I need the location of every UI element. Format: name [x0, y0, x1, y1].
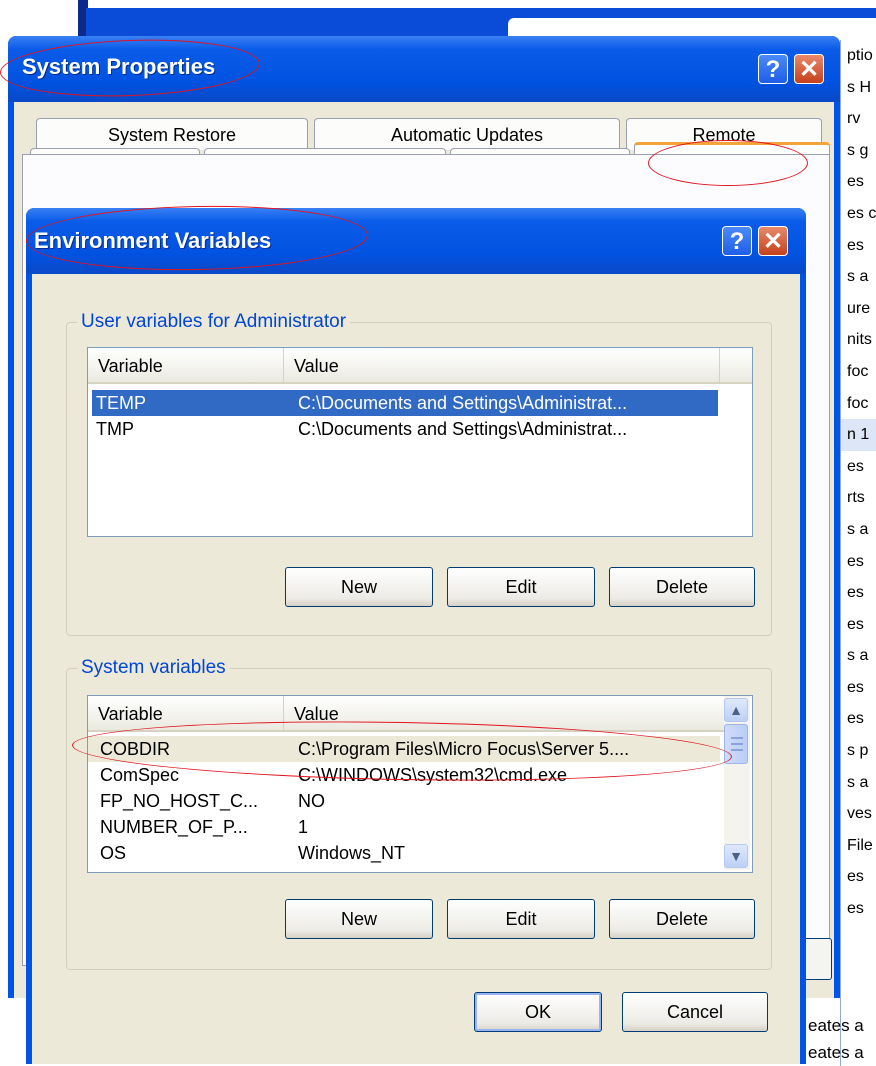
scroll-thumb[interactable] — [724, 724, 748, 764]
background-list-item: es — [847, 868, 864, 886]
variable-name: COBDIR — [100, 739, 171, 759]
background-list-item: es — [847, 710, 864, 728]
background-list-item: es — [847, 900, 864, 918]
user-variables-list[interactable]: Variable Value TEMP C:\Documents and Set… — [87, 347, 753, 537]
background-list-item: es — [847, 584, 864, 602]
background-list-item: foc — [847, 362, 869, 380]
tab-automatic-updates[interactable]: Automatic Updates — [314, 118, 620, 150]
user-delete-button[interactable]: Delete — [609, 567, 755, 607]
close-button[interactable]: ✕ — [758, 226, 788, 256]
cancel-button[interactable]: Cancel — [622, 992, 768, 1032]
background-list-item: foc — [847, 394, 869, 412]
variable-name: NUMBER_OF_P... — [100, 817, 248, 837]
tab-system-restore[interactable]: System Restore — [36, 118, 308, 150]
background-list-item: es — [847, 236, 864, 254]
variable-value: NO — [298, 791, 325, 811]
background-list-item: nits — [847, 331, 872, 349]
environment-variables-title: Environment Variables — [34, 228, 272, 253]
table-row[interactable]: TMP C:\Documents and Settings\Administra… — [92, 416, 718, 442]
table-row[interactable]: NUMBER_OF_P... 1 — [88, 814, 720, 840]
column-header-value[interactable]: Value — [284, 348, 720, 382]
background-list-item: es — [847, 173, 864, 191]
variable-value: 1 — [298, 817, 309, 837]
background-list-item: eates a — [808, 1043, 864, 1062]
close-icon: ✕ — [798, 56, 820, 83]
system-variables-group: System variables Variable Value COBDIR C… — [66, 655, 772, 970]
system-properties-titlebar[interactable]: System Properties ? ✕ — [8, 36, 840, 102]
variable-name: TMP — [96, 419, 134, 439]
background-list-item: s a — [847, 268, 869, 286]
user-variables-group: User variables for Administrator Variabl… — [66, 309, 772, 636]
background-list-item: s a — [847, 647, 869, 665]
system-new-button[interactable]: New — [285, 899, 433, 939]
variable-value: C:\Documents and Settings\Administrat... — [298, 419, 628, 439]
background-list-item: s a — [847, 773, 869, 791]
table-row[interactable]: TEMP C:\Documents and Settings\Administr… — [92, 390, 718, 416]
help-button[interactable]: ? — [722, 226, 752, 256]
table-row[interactable]: FP_NO_HOST_C... NO — [88, 788, 720, 814]
background-list-item: rv — [847, 110, 861, 128]
close-button[interactable]: ✕ — [794, 54, 824, 84]
background-services-list: ptio s H rv s g es es c es s a ure nits foc foc n 1 e… — [840, 40, 876, 1066]
variable-name: FP_NO_HOST_C... — [100, 791, 259, 811]
user-edit-button[interactable]: Edit — [447, 567, 595, 607]
system-variables-label: System variables — [77, 655, 230, 681]
variable-value: C:\Program Files\Micro Focus\Server 5...… — [298, 739, 630, 759]
background-list-item: n 1 — [841, 419, 876, 451]
column-header-value[interactable]: Value — [284, 696, 724, 730]
environment-variables-dialog: Environment Variables ? ✕ User variables… — [26, 208, 806, 1064]
help-icon: ? — [765, 56, 781, 83]
background-list-item: es — [847, 615, 864, 633]
background-bottom-text: eates a eates a — [808, 1012, 876, 1066]
variable-name: TEMP — [96, 393, 147, 413]
chevron-down-icon: ▼ — [729, 848, 743, 864]
user-variables-label: User variables for Administrator — [77, 309, 351, 335]
background-list-item: s a — [847, 520, 869, 538]
background-list-item: eates a — [808, 1016, 864, 1035]
list-header: Variable Value — [88, 348, 752, 384]
background-list-item: es — [847, 457, 864, 475]
background-list-item: ves — [847, 805, 872, 823]
variable-name: OS — [100, 843, 127, 863]
column-header-variable[interactable]: Variable — [88, 348, 284, 382]
background-list-item: ure — [847, 299, 871, 317]
table-row[interactable]: ComSpec C:\WINDOWS\system32\cmd.exe — [88, 762, 720, 788]
variable-value: C:\Documents and Settings\Administrat... — [298, 393, 628, 413]
grip-icon — [731, 737, 743, 739]
system-edit-button[interactable]: Edit — [447, 899, 595, 939]
grip-icon — [731, 743, 743, 745]
system-properties-title: System Properties — [22, 54, 216, 79]
column-header-variable[interactable]: Variable — [88, 696, 284, 730]
table-row[interactable]: COBDIR C:\Program Files\Micro Focus\Serv… — [88, 736, 720, 762]
grip-icon — [731, 749, 743, 751]
system-variables-list[interactable]: Variable Value COBDIR C:\Program Files\M… — [87, 695, 753, 873]
environment-variables-titlebar[interactable]: Environment Variables ? ✕ — [26, 208, 806, 274]
background-list-item: es c — [847, 204, 876, 222]
close-icon: ✕ — [762, 228, 784, 255]
user-new-button[interactable]: New — [285, 567, 433, 607]
variable-name: ComSpec — [100, 765, 180, 785]
vertical-scrollbar[interactable]: ▲ ▼ — [724, 696, 750, 870]
background-list-item: s H — [847, 78, 871, 96]
list-header: Variable Value — [88, 696, 724, 732]
scroll-down-button[interactable]: ▼ — [724, 844, 748, 868]
environment-variables-body: User variables for Administrator Variabl… — [32, 274, 800, 1064]
ok-button[interactable]: OK — [474, 992, 602, 1032]
system-delete-button[interactable]: Delete — [609, 899, 755, 939]
variable-value: C:\WINDOWS\system32\cmd.exe — [298, 765, 568, 785]
background-list-item: s g — [847, 141, 869, 159]
background-list-item: es — [847, 678, 864, 696]
table-row[interactable]: OS Windows_NT — [88, 840, 720, 866]
background-list-item: ptio — [847, 47, 873, 64]
chevron-up-icon: ▲ — [729, 702, 743, 718]
scroll-up-button[interactable]: ▲ — [724, 698, 748, 722]
variable-value: Windows_NT — [298, 843, 406, 863]
help-icon: ? — [729, 228, 745, 255]
background-list-item: rts — [847, 489, 865, 507]
background-list-item: File — [847, 836, 873, 854]
help-button[interactable]: ? — [758, 54, 788, 84]
background-list-item: s p — [847, 742, 869, 760]
background-list-item: es — [847, 552, 864, 570]
